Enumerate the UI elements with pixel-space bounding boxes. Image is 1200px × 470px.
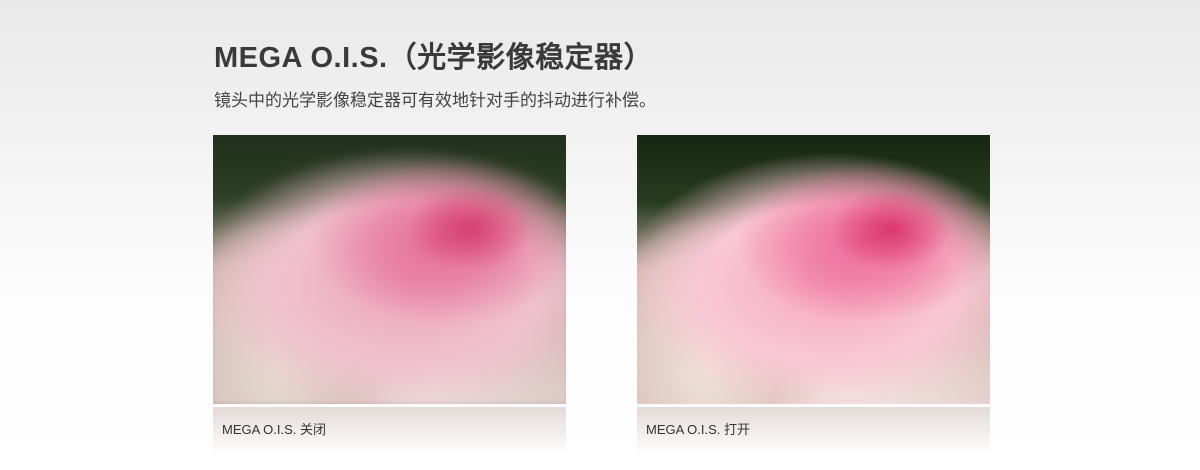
- caption-text: MEGA O.I.S. 打开: [646, 422, 751, 437]
- rose-photo-ois-on: [637, 135, 990, 404]
- rose-photo-ois-off: [213, 135, 566, 404]
- caption-ois-on: MEGA O.I.S. 打开: [637, 407, 990, 455]
- page-subtitle: 镜头中的光学影像稳定器可有效地针对手的抖动进行补偿。: [214, 91, 656, 110]
- caption-ois-off: MEGA O.I.S. 关闭: [213, 407, 566, 455]
- page-title: MEGA O.I.S.（光学影像稳定器）: [214, 42, 654, 74]
- caption-text: MEGA O.I.S. 关闭: [222, 422, 327, 437]
